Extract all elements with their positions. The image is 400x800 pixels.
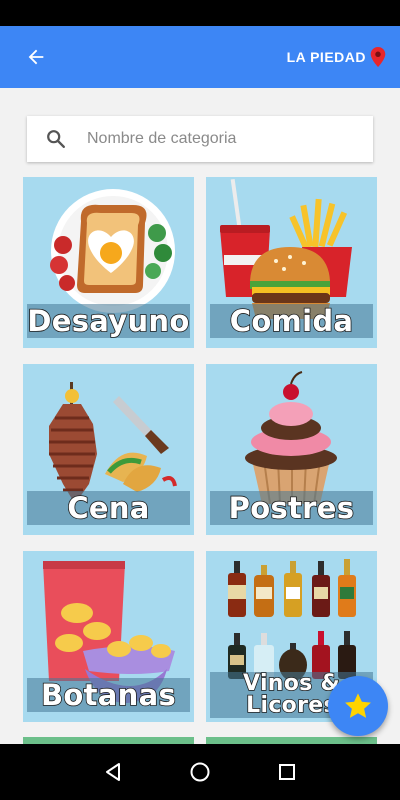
nav-recents-button[interactable] bbox=[267, 752, 307, 792]
category-card-comida[interactable]: Comida bbox=[206, 177, 377, 348]
triangle-back-icon bbox=[106, 763, 121, 781]
category-card-partial[interactable] bbox=[206, 737, 377, 744]
app-bar: LA PIEDAD bbox=[0, 26, 400, 88]
content-area: Desayuno bbox=[0, 88, 400, 744]
category-label: Comida bbox=[229, 303, 354, 339]
nav-home-button[interactable] bbox=[180, 752, 220, 792]
category-label-bg: Postres bbox=[210, 490, 373, 526]
category-label: Desayuno bbox=[27, 303, 191, 339]
category-label-bg: Botanas bbox=[27, 677, 190, 713]
category-card-postres[interactable]: Postres bbox=[206, 364, 377, 535]
circle-home-icon bbox=[190, 762, 210, 782]
category-label-bg: Cena bbox=[27, 490, 190, 526]
category-card-botanas[interactable]: Botanas bbox=[23, 551, 194, 722]
favorites-fab-button[interactable] bbox=[328, 676, 388, 736]
search-icon bbox=[47, 130, 65, 148]
status-bar bbox=[0, 0, 400, 26]
back-button[interactable] bbox=[18, 39, 54, 75]
location-selector[interactable]: LA PIEDAD bbox=[287, 47, 386, 67]
category-card-partial[interactable] bbox=[23, 737, 194, 744]
category-grid: Desayuno Comida Cena Postres Botanas Vin… bbox=[23, 177, 377, 722]
map-pin-icon bbox=[370, 47, 386, 67]
arrow-left-icon bbox=[28, 49, 44, 65]
category-label: Botanas bbox=[40, 677, 177, 713]
category-card-desayuno[interactable]: Desayuno bbox=[23, 177, 194, 348]
square-recents-icon bbox=[278, 764, 295, 780]
search-bar bbox=[27, 116, 373, 162]
category-label: Postres bbox=[228, 490, 355, 526]
star-icon bbox=[345, 693, 371, 718]
system-nav-bar bbox=[0, 744, 400, 800]
category-label-bg: Desayuno bbox=[27, 303, 191, 339]
search-input[interactable] bbox=[87, 130, 347, 148]
category-card-cena[interactable]: Cena bbox=[23, 364, 194, 535]
location-label: LA PIEDAD bbox=[286, 49, 366, 65]
category-label-bg: Comida bbox=[210, 303, 373, 339]
category-label: Cena bbox=[67, 490, 151, 526]
nav-back-button[interactable] bbox=[93, 752, 133, 792]
